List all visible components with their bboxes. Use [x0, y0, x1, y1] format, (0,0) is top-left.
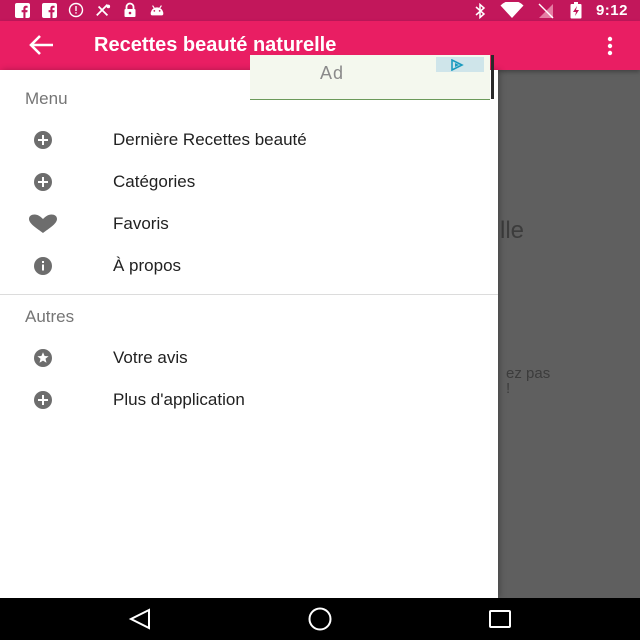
- status-bar: 9:12: [0, 0, 640, 21]
- battery-charging-icon: [568, 2, 584, 19]
- navigation-drawer: Menu Dernière Recettes beauté Catégories…: [0, 70, 498, 598]
- info-circle-icon: [27, 256, 59, 276]
- section-header-others: Autres: [25, 307, 75, 326]
- arrow-back-icon[interactable]: [28, 33, 56, 57]
- clock: 9:12: [595, 2, 628, 19]
- recents-nav-icon[interactable]: [486, 607, 514, 631]
- drawer-item-label: Catégories: [113, 172, 196, 191]
- app-title: Recettes beauté naturelle: [94, 34, 337, 56]
- background-text-fragment: ez pas !: [506, 366, 550, 396]
- navigation-bar: [0, 598, 640, 640]
- home-nav-icon[interactable]: [306, 607, 334, 631]
- star-circle-icon: [27, 348, 59, 368]
- divider: [0, 294, 498, 295]
- add-circle-icon: [27, 130, 59, 150]
- drawer-item-label: Favoris: [113, 214, 169, 233]
- more-vert-icon[interactable]: [604, 35, 616, 57]
- drawer-item-categories[interactable]: Catégories: [0, 162, 498, 202]
- drawer-item-favorites[interactable]: Favoris: [0, 204, 498, 244]
- no-signal-icon: [95, 2, 111, 18]
- drawer-item-label: Votre avis: [113, 348, 188, 367]
- adchoices-icon[interactable]: [436, 57, 484, 72]
- drawer-item-latest-recipes[interactable]: Dernière Recettes beauté: [0, 120, 498, 160]
- drawer-item-rate[interactable]: Votre avis: [0, 338, 498, 378]
- background-text-line: !: [506, 380, 511, 397]
- drawer-item-more-apps[interactable]: Plus d'application: [0, 380, 498, 420]
- heart-icon: [27, 214, 59, 234]
- ad-banner[interactable]: Ad: [250, 55, 494, 100]
- add-circle-icon: [27, 390, 59, 410]
- drawer-item-about[interactable]: À propos: [0, 246, 498, 286]
- drawer-item-label: Plus d'application: [113, 390, 245, 409]
- no-sim-icon: [536, 3, 556, 19]
- background-title-fragment: lle: [500, 217, 525, 244]
- drawer-item-label: Dernière Recettes beauté: [113, 130, 307, 149]
- section-header-menu: Menu: [25, 89, 68, 108]
- facebook-icon: [14, 2, 30, 18]
- drawer-item-label: À propos: [113, 256, 182, 275]
- ad-label: Ad: [320, 63, 345, 83]
- back-nav-icon[interactable]: [126, 607, 154, 631]
- add-circle-icon: [27, 172, 59, 192]
- wifi-icon: [500, 2, 524, 19]
- lock-icon: [122, 2, 138, 18]
- bluetooth-icon: [472, 2, 488, 19]
- background-text-line: ez pas: [506, 365, 551, 382]
- info-icon: [68, 2, 84, 18]
- facebook-icon: [41, 2, 57, 18]
- android-icon: [149, 2, 165, 18]
- ad-edge: [491, 55, 494, 99]
